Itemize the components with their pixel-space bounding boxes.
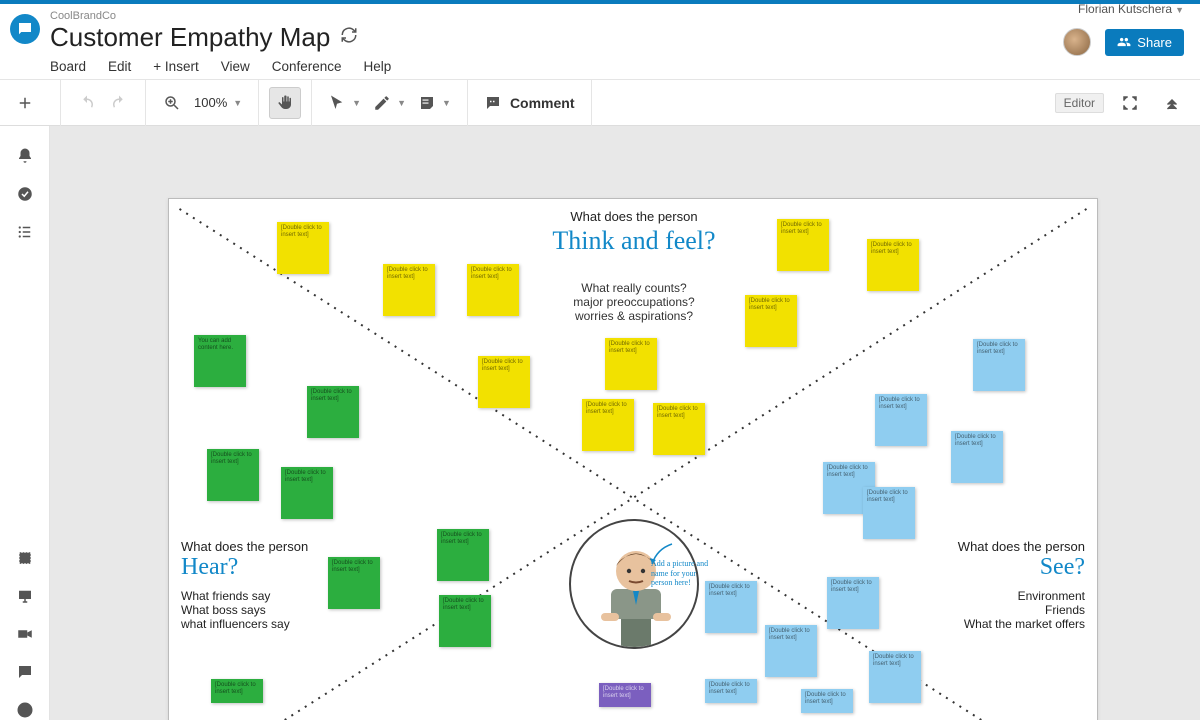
add-button[interactable] — [9, 87, 41, 119]
menu-view[interactable]: View — [221, 59, 250, 74]
sticky-note[interactable]: [Double click to insert text] — [383, 264, 435, 316]
sticky-note[interactable]: [Double click to insert text] — [827, 577, 879, 629]
pointer-tool[interactable]: ▼ — [322, 87, 367, 119]
sticky-note[interactable]: [Double click to insert text] — [478, 356, 530, 408]
canvas[interactable]: What does the person Think and feel? Wha… — [50, 126, 1200, 720]
toolbar: 100%▼ ▼ ▼ ▼ Comment Editor — [0, 80, 1200, 126]
share-label: Share — [1137, 35, 1172, 50]
comment-button[interactable]: Comment — [478, 87, 581, 119]
sticky-note[interactable]: [Double click to insert text] — [875, 394, 927, 446]
sticky-note[interactable]: [Double click to insert text] — [328, 557, 380, 609]
note-tool[interactable]: ▼ — [412, 87, 457, 119]
sticky-note[interactable]: [Double click to insert text] — [582, 399, 634, 451]
sticky-note[interactable]: [Double click to insert text] — [467, 264, 519, 316]
menu-conference[interactable]: Conference — [272, 59, 342, 74]
sticky-note[interactable]: [Double click to insert text] — [439, 595, 491, 647]
sticky-note[interactable]: [Double click to insert text] — [211, 679, 263, 703]
sticky-note[interactable]: [Double click to insert text] — [765, 625, 817, 677]
app-header: Florian Kutschera▼ CoolBrandCo Customer … — [0, 4, 1200, 80]
collapse-icon[interactable] — [1156, 87, 1188, 119]
chat-icon[interactable] — [15, 662, 35, 682]
think-question: What does the person — [504, 209, 764, 224]
see-heading: See? — [885, 554, 1085, 581]
sticky-note[interactable]: [Double click to insert text] — [951, 431, 1003, 483]
video-icon[interactable] — [15, 624, 35, 644]
check-circle-icon[interactable] — [15, 184, 35, 204]
menu-insert[interactable]: + Insert — [153, 59, 198, 74]
menu-help[interactable]: Help — [364, 59, 392, 74]
select-area-icon[interactable] — [15, 548, 35, 568]
redo-button[interactable] — [103, 87, 135, 119]
zoom-icon[interactable] — [156, 87, 188, 119]
sync-icon[interactable] — [340, 26, 358, 49]
hear-question: What does the person — [181, 539, 381, 554]
sticky-note[interactable]: [Double click to insert text] — [801, 689, 853, 713]
sticky-note[interactable]: [Double click to insert text] — [869, 651, 921, 703]
sticky-note[interactable]: [Double click to insert text] — [867, 239, 919, 291]
editor-badge[interactable]: Editor — [1055, 93, 1104, 113]
sticky-note[interactable]: [Double click to insert text] — [653, 403, 705, 455]
see-question: What does the person — [885, 539, 1085, 554]
fullscreen-icon[interactable] — [1114, 87, 1146, 119]
app-logo[interactable] — [10, 14, 40, 44]
empathy-map-board[interactable]: What does the person Think and feel? Wha… — [168, 198, 1098, 720]
sticky-note[interactable]: [Double click to insert text] — [207, 449, 259, 501]
sticky-note[interactable]: You can add content here. — [194, 335, 246, 387]
main-menu: Board Edit + Insert View Conference Help — [50, 59, 1184, 74]
hand-tool[interactable] — [269, 87, 301, 119]
persona-hint: Add a picture and name for your person h… — [651, 559, 711, 588]
sticky-note[interactable]: [Double click to insert text] — [307, 386, 359, 438]
menu-board[interactable]: Board — [50, 59, 86, 74]
sticky-note[interactable]: [Double click to insert text] — [277, 222, 329, 274]
sticky-note[interactable]: [Double click to insert text] — [777, 219, 829, 271]
sticky-note[interactable]: [Double click to insert text] — [863, 487, 915, 539]
share-button[interactable]: Share — [1105, 29, 1184, 56]
sticky-note[interactable]: [Double click to insert text] — [281, 467, 333, 519]
bell-icon[interactable] — [15, 146, 35, 166]
pen-tool[interactable]: ▼ — [367, 87, 412, 119]
board-title[interactable]: Customer Empathy Map — [50, 22, 330, 53]
left-rail — [0, 126, 50, 720]
sticky-note[interactable]: [Double click to insert text] — [437, 529, 489, 581]
zoom-level[interactable]: 100%▼ — [188, 87, 248, 119]
sticky-note[interactable]: [Double click to insert text] — [745, 295, 797, 347]
list-icon[interactable] — [15, 222, 35, 242]
sticky-note[interactable]: [Double click to insert text] — [705, 581, 757, 633]
think-heading: Think and feel? — [504, 226, 764, 256]
workspace-name[interactable]: CoolBrandCo — [50, 10, 1184, 22]
menu-edit[interactable]: Edit — [108, 59, 131, 74]
sticky-note[interactable]: [Double click to insert text] — [973, 339, 1025, 391]
present-icon[interactable] — [15, 586, 35, 606]
sticky-note[interactable]: [Double click to insert text] — [605, 338, 657, 390]
undo-button[interactable] — [71, 87, 103, 119]
sticky-note[interactable]: [Double click to insert text] — [599, 683, 651, 707]
avatar[interactable] — [1063, 28, 1091, 56]
compass-icon[interactable] — [15, 700, 35, 720]
sticky-note[interactable]: [Double click to insert text] — [705, 679, 757, 703]
